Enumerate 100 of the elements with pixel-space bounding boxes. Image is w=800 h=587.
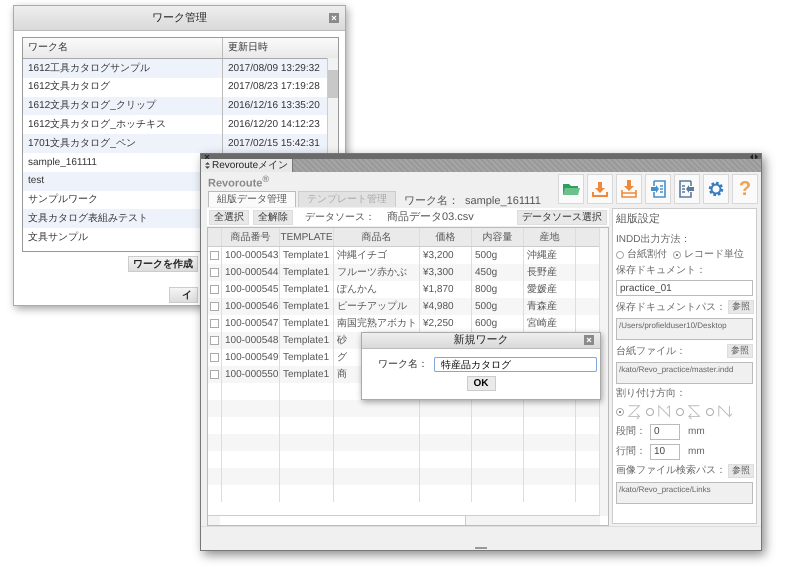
- deselect-all-button[interactable]: 全解除: [253, 210, 293, 225]
- column-header[interactable]: 商品番号: [222, 228, 280, 246]
- table-cell[interactable]: 文具カタログ表組みテスト: [28, 213, 148, 225]
- column-header: ワーク名: [28, 42, 68, 54]
- table-cell: 500g: [475, 250, 498, 262]
- checkbox[interactable]: [210, 268, 219, 278]
- table-cell: Template1: [283, 352, 330, 364]
- scrollbar[interactable]: [208, 515, 600, 526]
- checkbox[interactable]: [210, 336, 219, 346]
- table-cell[interactable]: 1701文具カタログ_ペン: [28, 138, 136, 150]
- table-cell: 800g: [475, 284, 498, 296]
- dialog-title: 新規ワーク: [454, 334, 508, 347]
- table-cell: ピーチアップル: [337, 301, 407, 313]
- table-cell: グ: [337, 352, 347, 364]
- folder-button[interactable]: [558, 174, 584, 204]
- scrollbar[interactable]: [599, 228, 608, 516]
- path-field[interactable]: /kato/Revo_practice/Links: [616, 482, 753, 504]
- column-header[interactable]: 産地: [524, 228, 576, 246]
- radio-button[interactable]: [676, 408, 684, 416]
- checkbox[interactable]: [210, 285, 219, 294]
- checkbox[interactable]: [210, 319, 219, 328]
- browse-button[interactable]: 参照: [727, 344, 753, 358]
- folder-icon: [562, 181, 580, 198]
- table-cell: ¥1,870: [423, 284, 454, 296]
- table-cell: 100-000543: [225, 250, 278, 262]
- table-cell: 450g: [475, 267, 498, 279]
- table-cell: ¥3,200: [423, 250, 454, 262]
- table-cell[interactable]: 1612工具カタログサンプル: [28, 62, 150, 74]
- direction-icon: [627, 404, 643, 420]
- table-cell: ぽんかん: [337, 284, 377, 296]
- table-cell: 100-000548: [225, 335, 278, 347]
- gear-button[interactable]: [703, 174, 729, 204]
- table-cell: 長野産: [527, 267, 557, 279]
- column-header: 更新日時: [228, 42, 268, 54]
- table-cell[interactable]: 文具サンプル: [28, 232, 88, 244]
- table-cell: ¥2,250: [423, 318, 454, 330]
- column-header[interactable]: 価格: [420, 228, 472, 246]
- table-cell[interactable]: サンプルワーク: [28, 194, 98, 206]
- radio-option[interactable]: 台紙割付: [616, 249, 667, 261]
- window-tab[interactable]: Revorouteメイン: [201, 159, 294, 172]
- path-field[interactable]: /kato/Revo_practice/master.indd: [616, 362, 753, 384]
- tab[interactable]: 組版データ管理: [208, 191, 296, 208]
- table-cell: ¥4,980: [423, 301, 454, 313]
- browse-button[interactable]: 参照: [728, 300, 754, 314]
- radio-option[interactable]: レコード単位: [673, 249, 744, 261]
- table-cell: 600g: [475, 318, 498, 330]
- column-header[interactable]: 商品名: [334, 228, 420, 246]
- table-cell[interactable]: 1612文具カタログ_クリップ: [28, 100, 156, 112]
- table-cell: Template1: [283, 267, 330, 279]
- checkbox[interactable]: [210, 370, 219, 380]
- column-header[interactable]: TEMPLATE: [280, 228, 334, 246]
- table-cell[interactable]: 2017/08/09 13:29:32: [228, 62, 320, 74]
- table-cell: 100-000547: [225, 318, 278, 330]
- input-field[interactable]: practice_01: [616, 280, 753, 296]
- table-cell[interactable]: 1612文具カタログ: [28, 81, 110, 93]
- ok-button[interactable]: OK: [466, 376, 496, 391]
- table-cell[interactable]: sample_161111: [28, 156, 97, 168]
- table-cell[interactable]: test: [28, 175, 44, 187]
- field-label: 行間：: [616, 446, 646, 458]
- field-label: 保存ドキュメントパス：: [616, 302, 726, 314]
- table-cell[interactable]: 2017/02/15 15:42:31: [228, 138, 320, 150]
- import-button[interactable]: [645, 174, 671, 204]
- table-cell: 宮崎産: [527, 318, 557, 330]
- direction-icon: [657, 404, 673, 420]
- checkbox[interactable]: [210, 302, 219, 312]
- table-cell[interactable]: 2016/12/16 13:35:20: [228, 100, 320, 112]
- table-cell[interactable]: 1612文具カタログ_ホッチキス: [28, 119, 166, 131]
- export-button[interactable]: [674, 174, 700, 204]
- sort-icon: [205, 162, 210, 170]
- select-all-button[interactable]: 全選択: [209, 210, 249, 225]
- table-cell[interactable]: 2016/12/20 14:12:23: [228, 119, 320, 131]
- tray-button[interactable]: [616, 174, 642, 204]
- download-button[interactable]: [587, 174, 613, 204]
- checkbox[interactable]: [210, 353, 219, 362]
- window-title: ワーク管理: [152, 12, 207, 24]
- path-field[interactable]: /Users/profielduser10/Desktop: [616, 318, 753, 340]
- browse-button[interactable]: 参照: [728, 464, 754, 478]
- table-cell[interactable]: 2017/08/23 17:19:28: [228, 81, 320, 93]
- direction-icon: [687, 404, 703, 420]
- data-source-select-button[interactable]: データソース選択: [517, 210, 607, 225]
- import-button[interactable]: イ: [169, 287, 198, 303]
- scrollbar[interactable]: [327, 58, 338, 153]
- radio-button[interactable]: [706, 408, 714, 416]
- input-field[interactable]: 10: [650, 444, 680, 460]
- table-cell: 青森産: [527, 301, 557, 313]
- data-source-name: 商品データ03.csv: [387, 210, 474, 224]
- resize-handle[interactable]: [475, 547, 487, 549]
- create-work-button[interactable]: ワークを作成: [128, 256, 198, 272]
- table-cell: 砂: [337, 335, 347, 347]
- radio-button[interactable]: [616, 408, 624, 416]
- close-icon[interactable]: [204, 154, 210, 160]
- radio-button[interactable]: [646, 408, 654, 416]
- table-cell: Template1: [283, 250, 330, 262]
- input-field[interactable]: 0: [650, 424, 680, 440]
- unit-label: mm: [688, 426, 705, 438]
- work-name-field[interactable]: 特産品カタログ: [434, 357, 597, 372]
- field-label: ワーク名：: [378, 358, 428, 370]
- column-header[interactable]: 内容量: [472, 228, 524, 246]
- table-cell: フルーツ赤かぶ: [337, 267, 407, 279]
- checkbox[interactable]: [210, 251, 219, 260]
